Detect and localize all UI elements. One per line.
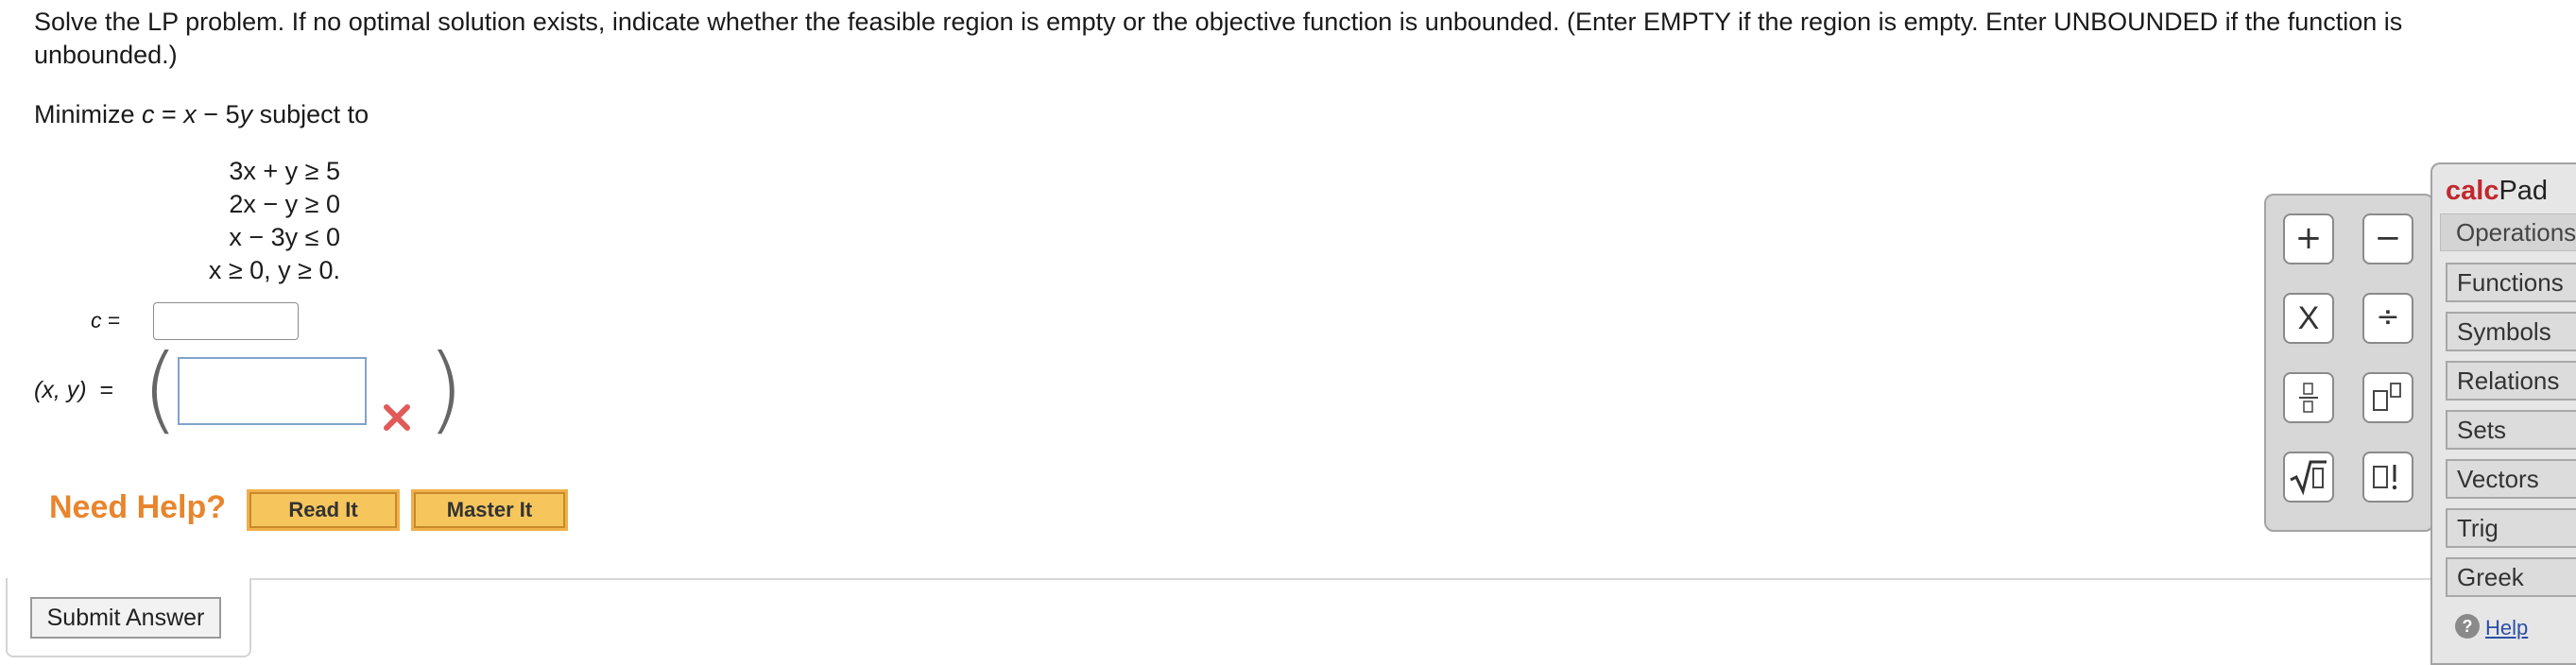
objective-mid: − 5 bbox=[196, 100, 240, 128]
right-paren: ) bbox=[427, 333, 465, 444]
c-label: c = bbox=[91, 308, 121, 332]
problem-statement: Solve the LP problem. If no optimal solu… bbox=[34, 8, 2403, 69]
fraction-icon[interactable] bbox=[2283, 372, 2334, 423]
objective-var: c bbox=[142, 100, 155, 128]
need-help-label: Need Help? bbox=[49, 489, 227, 525]
divide-icon[interactable]: ÷ bbox=[2362, 293, 2413, 344]
tab-vectors[interactable]: Vectors bbox=[2446, 459, 2576, 499]
objective-y: y bbox=[239, 100, 253, 128]
tab-sets[interactable]: Sets bbox=[2446, 410, 2576, 450]
constraint-1: 3x + y ≥ 5 bbox=[229, 157, 340, 185]
constraint-3: x − 3y ≤ 0 bbox=[229, 223, 340, 251]
tab-trig[interactable]: Trig bbox=[2446, 508, 2576, 548]
tab-symbols[interactable]: Symbols bbox=[2446, 312, 2576, 351]
separator-line bbox=[249, 578, 2489, 580]
tab-greek[interactable]: Greek bbox=[2446, 557, 2576, 597]
square-root-icon[interactable] bbox=[2283, 452, 2334, 503]
calcpad-help-link[interactable]: Help bbox=[2485, 616, 2528, 640]
xy-label: (x, y) = bbox=[34, 377, 114, 403]
objective-x: x bbox=[183, 100, 197, 128]
calcpad-panel: calcPad Operations Functions Symbols Rel… bbox=[2430, 162, 2576, 665]
read-it-button[interactable]: Read It bbox=[247, 489, 400, 531]
tab-functions[interactable]: Functions bbox=[2446, 263, 2576, 302]
left-paren: ( bbox=[142, 333, 180, 444]
objective-line: Minimize c = x − 5y subject to bbox=[34, 100, 369, 129]
factorial-icon[interactable] bbox=[2362, 452, 2413, 503]
multiply-icon[interactable]: X bbox=[2283, 293, 2334, 344]
submit-answer-button[interactable]: Submit Answer bbox=[30, 597, 221, 639]
calcpad-title: calcPad bbox=[2446, 176, 2549, 206]
help-question-icon[interactable]: ? bbox=[2455, 614, 2480, 639]
minus-icon[interactable]: − bbox=[2362, 213, 2413, 264]
incorrect-x-icon bbox=[382, 402, 412, 433]
master-it-button[interactable]: Master It bbox=[411, 489, 568, 531]
constraint-4: x ≥ 0, y ≥ 0. bbox=[208, 256, 340, 284]
plus-icon[interactable]: + bbox=[2283, 213, 2334, 264]
xy-input[interactable] bbox=[178, 357, 367, 425]
objective-prefix: Minimize bbox=[34, 100, 143, 128]
exponent-icon[interactable] bbox=[2362, 372, 2413, 423]
objective-equals: = bbox=[154, 100, 184, 128]
constraint-2: 2x − y ≥ 0 bbox=[229, 190, 340, 218]
tab-relations[interactable]: Relations bbox=[2446, 361, 2576, 401]
tab-operations[interactable]: Operations bbox=[2440, 213, 2576, 251]
objective-suffix: subject to bbox=[252, 100, 369, 128]
